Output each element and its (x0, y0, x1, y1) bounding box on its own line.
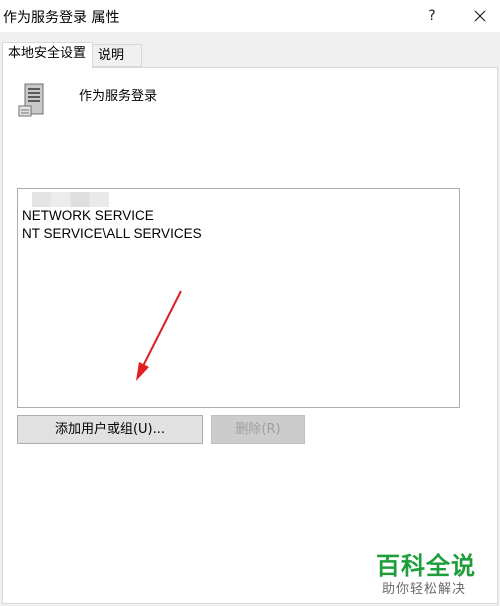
help-button[interactable]: ? (414, 3, 450, 29)
watermark-subtitle: 助你轻松解决 (382, 582, 467, 597)
close-icon (474, 10, 486, 22)
remove-button[interactable]: 删除(R) (211, 415, 305, 444)
list-item[interactable]: NT SERVICE\ALL SERVICES (22, 226, 202, 241)
tab-local-security-setting[interactable]: 本地安全设置 (2, 42, 93, 68)
list-item[interactable]: NETWORK SERVICE (22, 208, 154, 223)
tab-explain[interactable]: 说明 (92, 44, 142, 67)
server-icon (17, 82, 49, 118)
policy-name: 作为服务登录 (79, 89, 158, 104)
close-button[interactable] (460, 3, 500, 29)
watermark-title: 百科全说 (376, 552, 476, 580)
window-title: 作为服务登录 属性 (3, 10, 120, 26)
add-user-or-group-button[interactable]: 添加用户或组(U)... (17, 415, 203, 444)
title-bar: 作为服务登录 属性 ? (0, 0, 500, 32)
redacted-list-item (32, 192, 109, 207)
account-list[interactable]: NETWORK SERVICE NT SERVICE\ALL SERVICES (17, 188, 460, 408)
